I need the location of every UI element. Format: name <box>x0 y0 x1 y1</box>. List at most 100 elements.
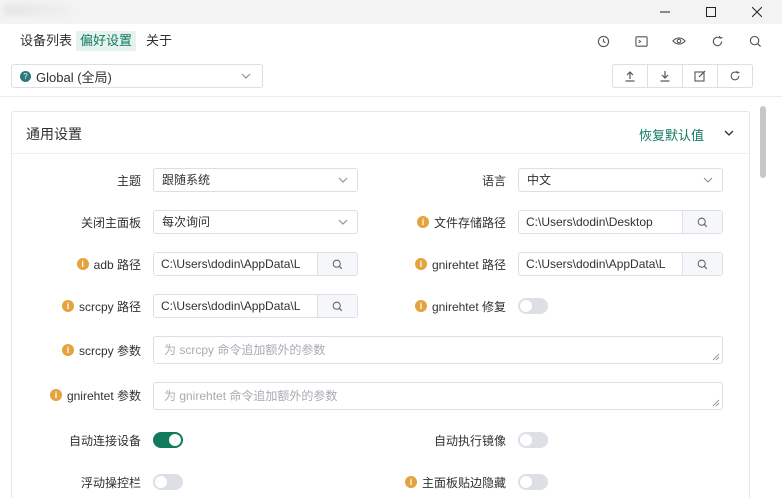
maximize-button[interactable] <box>688 0 734 24</box>
close-panel-select[interactable]: 每次询问 <box>153 210 358 234</box>
float-bar-switch[interactable] <box>153 474 183 490</box>
switch-knob <box>520 434 532 446</box>
card-header[interactable]: 通用设置 恢复默认值 <box>12 112 749 154</box>
top-navigation: 设备列表 偏好设置 关于 <box>0 24 782 58</box>
switch-knob <box>520 300 532 312</box>
auto-mirror-label: 自动执行镜像 <box>433 433 506 448</box>
search-icon[interactable] <box>746 32 764 50</box>
adb-path-value[interactable]: C:\Users\dodin\AppData\L <box>154 253 317 275</box>
language-select[interactable]: 中文 <box>518 168 723 192</box>
history-icon[interactable] <box>594 32 612 50</box>
close-icon <box>752 7 762 17</box>
browse-button[interactable] <box>682 253 722 275</box>
chevron-down-icon <box>338 177 348 183</box>
file-path-label: i 文件存储路径 <box>372 210 506 234</box>
eye-icon[interactable] <box>670 32 688 50</box>
chevron-down-icon <box>241 73 251 79</box>
close-button[interactable] <box>734 0 780 24</box>
tab-device-list[interactable]: 设备列表 <box>16 31 76 51</box>
download-icon <box>660 71 670 82</box>
search-icon <box>332 301 343 311</box>
resize-handle-icon[interactable] <box>712 353 720 361</box>
search-icon <box>697 259 708 269</box>
upload-icon <box>625 71 635 82</box>
gnirehtet-args-textarea[interactable]: 为 gnirehtet 命令追加额外的参数 <box>153 382 723 410</box>
scrcpy-path-label: i scrcpy 路径 <box>12 294 141 318</box>
toolbar-button-group <box>612 64 753 88</box>
app-body: 设备列表 偏好设置 关于 ? Global (全局) 通用设置 恢复默认值 主题… <box>0 24 782 498</box>
scope-select[interactable]: ? Global (全局) <box>11 64 263 88</box>
browse-button[interactable] <box>317 295 357 317</box>
info-icon[interactable]: i <box>416 216 429 228</box>
float-bar-label: 浮动操控栏 <box>80 475 141 490</box>
gnirehtet-path-input[interactable]: C:\Users\dodin\AppData\L <box>518 252 723 276</box>
chevron-down-icon <box>338 219 348 225</box>
switch-knob <box>155 476 167 488</box>
scrcpy-path-input[interactable]: C:\Users\dodin\AppData\L <box>153 294 358 318</box>
switch-knob <box>169 434 181 446</box>
scrollbar[interactable] <box>759 96 767 498</box>
language-label: 语言 <box>481 173 506 188</box>
info-icon[interactable]: i <box>76 258 89 270</box>
close-panel-label: 关闭主面板 <box>80 215 141 230</box>
edit-button[interactable] <box>683 65 718 87</box>
gnirehtet-args-label: i gnirehtet 参数 <box>12 383 141 407</box>
scrcpy-path-value[interactable]: C:\Users\dodin\AppData\L <box>154 295 317 317</box>
import-button[interactable] <box>613 65 648 87</box>
auto-connect-switch[interactable] <box>153 432 183 448</box>
edge-hide-label: i 主面板贴边隐藏 <box>372 470 506 494</box>
terminal-icon[interactable] <box>632 32 650 50</box>
gnirehtet-path-label: i gnirehtet 路径 <box>372 252 506 276</box>
adb-path-input[interactable]: C:\Users\dodin\AppData\L <box>153 252 358 276</box>
export-button[interactable] <box>648 65 683 87</box>
auto-connect-label: 自动连接设备 <box>68 433 141 448</box>
help-icon: ? <box>20 70 31 82</box>
search-icon <box>332 259 343 269</box>
theme-value: 跟随系统 <box>162 173 211 187</box>
auto-mirror-switch[interactable] <box>518 432 548 448</box>
chevron-down-icon[interactable] <box>723 127 735 139</box>
tab-preferences[interactable]: 偏好设置 <box>76 31 137 51</box>
switch-knob <box>520 476 532 488</box>
info-icon[interactable]: i <box>49 389 62 401</box>
info-icon[interactable]: i <box>414 300 427 312</box>
info-icon[interactable]: i <box>61 344 74 356</box>
restore-defaults-link[interactable]: 恢复默认值 <box>639 125 704 144</box>
reset-icon <box>730 70 740 81</box>
theme-label: 主题 <box>116 173 141 188</box>
gnirehtet-path-value[interactable]: C:\Users\dodin\AppData\L <box>519 253 682 275</box>
maximize-icon <box>706 7 716 17</box>
scrcpy-args-textarea[interactable]: 为 scrcpy 命令追加额外的参数 <box>153 336 723 364</box>
browse-button[interactable] <box>682 211 722 233</box>
blurred-title <box>4 4 70 16</box>
language-value: 中文 <box>527 173 552 187</box>
scrollbar-thumb[interactable] <box>760 106 766 178</box>
gnirehtet-args-placeholder: 为 gnirehtet 命令追加额外的参数 <box>164 389 338 403</box>
minimize-button[interactable] <box>642 0 688 24</box>
scrcpy-args-label: i scrcpy 参数 <box>12 338 141 362</box>
file-path-input[interactable]: C:\Users\dodin\Desktop <box>518 210 723 234</box>
minimize-icon <box>660 11 670 13</box>
file-path-value[interactable]: C:\Users\dodin\Desktop <box>519 211 682 233</box>
reset-button[interactable] <box>718 65 752 87</box>
info-icon[interactable]: i <box>404 476 417 488</box>
general-settings-card: 通用设置 恢复默认值 主题 跟随系统 语言 中文 关闭主面板 每次询问 i 文件存… <box>11 111 750 498</box>
gnirehtet-fix-switch[interactable] <box>518 298 548 314</box>
scrcpy-args-placeholder: 为 scrcpy 命令追加额外的参数 <box>164 343 326 357</box>
divider <box>0 96 782 97</box>
scope-value: Global (全局) <box>36 69 112 85</box>
chevron-down-icon <box>703 177 713 183</box>
close-panel-value: 每次询问 <box>162 215 211 229</box>
browse-button[interactable] <box>317 253 357 275</box>
edge-hide-switch[interactable] <box>518 474 548 490</box>
adb-path-label: i adb 路径 <box>12 252 141 276</box>
resize-handle-icon[interactable] <box>712 399 720 407</box>
refresh-icon[interactable] <box>708 32 726 50</box>
info-icon[interactable]: i <box>61 300 74 312</box>
window-titlebar <box>0 0 782 24</box>
gnirehtet-fix-label: i gnirehtet 修复 <box>372 294 506 318</box>
info-icon[interactable]: i <box>414 258 427 270</box>
search-icon <box>697 217 708 227</box>
tab-about[interactable]: 关于 <box>142 31 176 51</box>
theme-select[interactable]: 跟随系统 <box>153 168 358 192</box>
